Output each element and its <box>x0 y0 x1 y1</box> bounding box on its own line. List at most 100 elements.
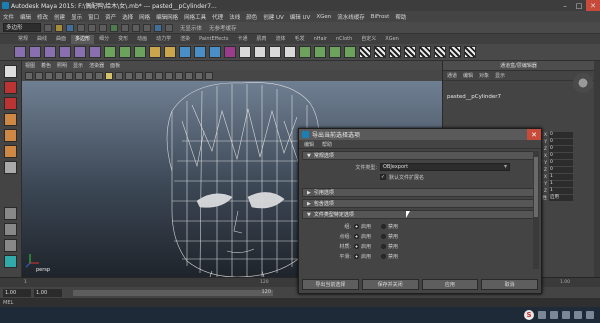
file-type-select[interactable]: OBJexport <box>380 163 510 171</box>
menu-color[interactable]: 颜色 <box>246 13 257 21</box>
checker-1-icon[interactable] <box>359 46 371 58</box>
section-general-options[interactable]: ▼ 常规选项 <box>302 151 534 160</box>
automatic-map-icon[interactable] <box>344 46 356 58</box>
camera-attr-icon[interactable] <box>35 71 43 80</box>
snap-point-icon[interactable] <box>132 23 140 32</box>
shadows-icon[interactable] <box>155 71 163 80</box>
checker-2-icon[interactable] <box>374 46 386 58</box>
combine-icon[interactable] <box>104 46 116 58</box>
extract-icon[interactable] <box>134 46 146 58</box>
dialog-scrollbar[interactable] <box>533 151 539 269</box>
textured-icon[interactable] <box>135 71 143 80</box>
wireframe-icon[interactable] <box>105 71 113 80</box>
dialog-menu-edit[interactable]: 编辑 <box>304 141 314 148</box>
new-scene-icon[interactable] <box>44 23 52 32</box>
poly-cube-icon[interactable] <box>29 46 41 58</box>
smooth-shade-icon[interactable] <box>115 71 123 80</box>
radio-groups-on[interactable]: 启用 <box>354 223 371 230</box>
cb-tab-channels[interactable]: 通道 <box>447 72 457 79</box>
menu-edit[interactable]: 编辑 <box>20 13 31 21</box>
bevel-icon[interactable] <box>209 46 221 58</box>
tray-icon-1[interactable] <box>538 311 546 319</box>
scale-tool-icon[interactable] <box>4 145 17 158</box>
cb-tab-edit[interactable]: 编辑 <box>463 72 473 79</box>
grid-icon[interactable] <box>65 71 73 80</box>
ao-icon[interactable] <box>165 71 173 80</box>
hud-icon[interactable] <box>195 71 203 80</box>
save-and-close-button[interactable]: 保存并关闭 <box>361 279 419 290</box>
menu-pipeline-cache[interactable]: 流水线缓存 <box>337 13 365 21</box>
snap-curve-icon[interactable] <box>121 23 129 32</box>
shelf-tab-toon[interactable]: 卡通 <box>234 35 252 44</box>
menu-modify[interactable]: 修改 <box>37 13 48 21</box>
multi-cut-icon[interactable] <box>224 46 236 58</box>
shelf-tab-curves[interactable]: 曲线 <box>33 35 51 44</box>
move-tool-icon[interactable] <box>4 113 17 126</box>
isolate-icon[interactable] <box>185 71 193 80</box>
default-extension-checkbox[interactable]: ✓ <box>380 174 386 180</box>
tray-icon-2[interactable] <box>550 311 558 319</box>
attribute-knob-icon[interactable] <box>573 73 593 93</box>
select-component-icon[interactable] <box>99 23 107 32</box>
resolution-gate-icon[interactable] <box>85 71 93 80</box>
section-include[interactable]: ▶ 包含选项 <box>302 199 534 208</box>
menu-display[interactable]: 显示 <box>71 13 82 21</box>
section-file-type-specific[interactable]: ▼ 文件类型特定选项 <box>302 210 534 219</box>
radio-groups-off[interactable]: 禁用 <box>381 223 398 230</box>
command-line[interactable]: MEL <box>0 298 600 307</box>
shelf-tab-xgen[interactable]: XGen <box>381 35 403 44</box>
bookmark-icon[interactable] <box>45 71 53 80</box>
vp-menu-lighting[interactable]: 照明 <box>57 62 67 69</box>
menu-edit-mesh[interactable]: 编辑网格 <box>156 13 178 21</box>
menu-window[interactable]: 窗口 <box>88 13 99 21</box>
shelf-tab-general[interactable]: 常规 <box>14 35 32 44</box>
minimize-button[interactable]: – <box>558 0 572 11</box>
menu-mesh[interactable]: 网格 <box>139 13 150 21</box>
planar-map-icon[interactable] <box>299 46 311 58</box>
shelf-tab-dynamics[interactable]: 动力学 <box>152 35 175 44</box>
menu-normals[interactable]: 法线 <box>229 13 240 21</box>
separate-icon[interactable] <box>119 46 131 58</box>
start-time-field[interactable]: 1.00 <box>3 288 31 297</box>
poly-cone-icon[interactable] <box>59 46 71 58</box>
shelf-tab-ncloth[interactable]: nCloth <box>332 35 356 44</box>
graph-layout-icon[interactable] <box>4 255 17 268</box>
menu-proxy[interactable]: 代理 <box>212 13 223 21</box>
xray-icon[interactable] <box>175 71 183 80</box>
checker-8-icon[interactable] <box>464 46 476 58</box>
outliner-layout-icon[interactable] <box>4 239 17 252</box>
poly-plane-icon[interactable] <box>74 46 86 58</box>
save-scene-icon[interactable] <box>66 23 74 32</box>
menu-edit-uv[interactable]: 编辑 UV <box>290 13 311 21</box>
paint-select-icon[interactable] <box>4 97 17 110</box>
select-hierarchy-icon[interactable] <box>77 23 85 32</box>
select-tool-icon[interactable] <box>4 65 17 78</box>
bridge-icon[interactable] <box>194 46 206 58</box>
extrude-icon[interactable] <box>179 46 191 58</box>
last-tool-icon[interactable] <box>4 161 17 174</box>
vp-menu-show[interactable]: 显示 <box>73 62 83 69</box>
radio-materials-on[interactable]: 启用 <box>354 243 371 250</box>
maximize-button[interactable]: □ <box>572 0 586 11</box>
radio-smoothing-on[interactable]: 启用 <box>354 253 371 260</box>
spherical-map-icon[interactable] <box>329 46 341 58</box>
single-perspective-layout-icon[interactable] <box>4 207 17 220</box>
checker-5-icon[interactable] <box>419 46 431 58</box>
close-button[interactable]: ✕ <box>586 0 600 11</box>
checker-7-icon[interactable] <box>449 46 461 58</box>
reduce-icon[interactable] <box>164 46 176 58</box>
image-plane-icon[interactable] <box>55 71 63 80</box>
vp-menu-panels[interactable]: 面板 <box>110 62 120 69</box>
playback-start-field[interactable]: 1.00 <box>34 288 62 297</box>
shelf-tab-muscle[interactable]: 肌肉 <box>253 35 271 44</box>
select-object-icon[interactable] <box>88 23 96 32</box>
shelf-tab-painteffects[interactable]: PaintEffects <box>195 35 232 44</box>
rotate-tool-icon[interactable] <box>4 129 17 142</box>
shelf-tab-polygons[interactable]: 多边形 <box>71 34 95 44</box>
dialog-menu-help[interactable]: 帮助 <box>322 141 332 148</box>
menu-create[interactable]: 创建 <box>54 13 65 21</box>
menu-set-select[interactable]: 多边形 <box>3 23 41 32</box>
film-gate-icon[interactable] <box>75 71 83 80</box>
wireframe-on-shaded-icon[interactable] <box>125 71 133 80</box>
cancel-button[interactable]: 取消 <box>481 279 538 290</box>
